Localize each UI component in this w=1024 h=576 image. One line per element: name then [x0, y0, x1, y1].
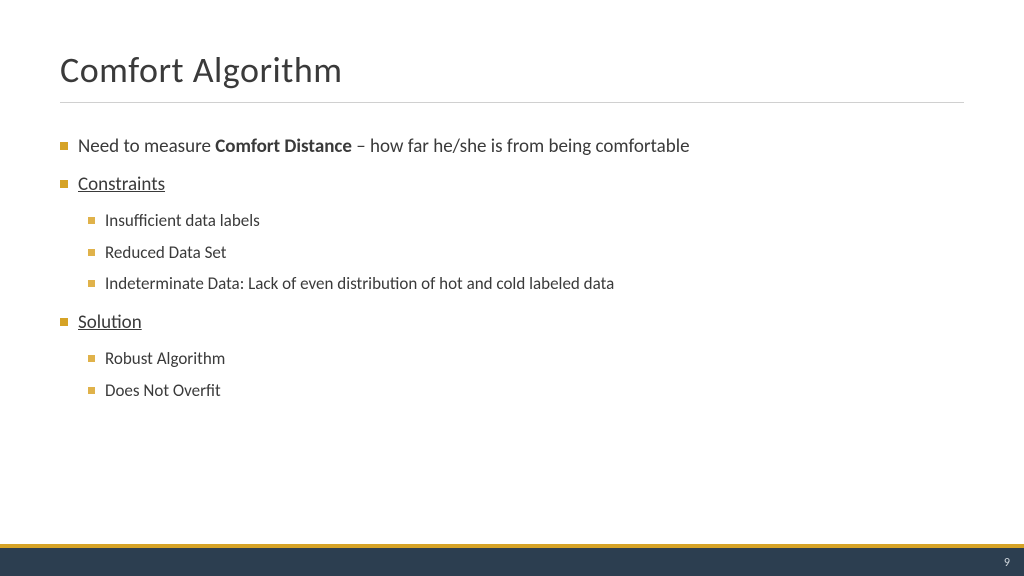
slide-content: Need to measure Comfort Distance – how f… — [60, 133, 964, 403]
bullet-text: Solution — [78, 309, 142, 337]
bullet-text: Does Not Overfit — [105, 378, 221, 404]
sub-bullet-item: Does Not Overfit — [88, 378, 964, 404]
slide: Comfort Algorithm Need to measure Comfor… — [0, 0, 1024, 576]
sub-bullet-item: Reduced Data Set — [88, 240, 964, 266]
bullet-text: Need to measure Comfort Distance – how f… — [78, 133, 690, 161]
bullet-marker-icon — [60, 180, 68, 188]
bullet-text: Insufficient data labels — [105, 208, 260, 234]
bullet-item: Solution — [60, 309, 964, 337]
bullet-text: Robust Algorithm — [105, 346, 225, 372]
bullet-item: Constraints — [60, 171, 964, 199]
bullet-marker-icon — [88, 217, 95, 224]
bullet-marker-icon — [60, 142, 68, 150]
bullet-item: Need to measure Comfort Distance – how f… — [60, 133, 964, 161]
footer-bar: 9 — [0, 548, 1024, 576]
bullet-text: Indeterminate Data: Lack of even distrib… — [105, 271, 614, 297]
bullet-marker-icon — [88, 355, 95, 362]
bullet-text: Reduced Data Set — [105, 240, 226, 266]
sub-bullet-item: Robust Algorithm — [88, 346, 964, 372]
text-bold: Comfort Distance — [215, 135, 352, 158]
title-divider — [60, 102, 964, 103]
bullet-marker-icon — [88, 387, 95, 394]
bullet-marker-icon — [60, 318, 68, 326]
text-segment: – how far he/she is from being comfortab… — [352, 135, 690, 158]
text-segment: Need to measure — [78, 135, 215, 158]
bullet-marker-icon — [88, 280, 95, 287]
sub-bullet-item: Indeterminate Data: Lack of even distrib… — [88, 271, 964, 297]
page-number: 9 — [1004, 556, 1010, 570]
bullet-text: Constraints — [78, 171, 165, 199]
bullet-marker-icon — [88, 249, 95, 256]
sub-bullet-item: Insufficient data labels — [88, 208, 964, 234]
slide-title: Comfort Algorithm — [60, 48, 964, 92]
